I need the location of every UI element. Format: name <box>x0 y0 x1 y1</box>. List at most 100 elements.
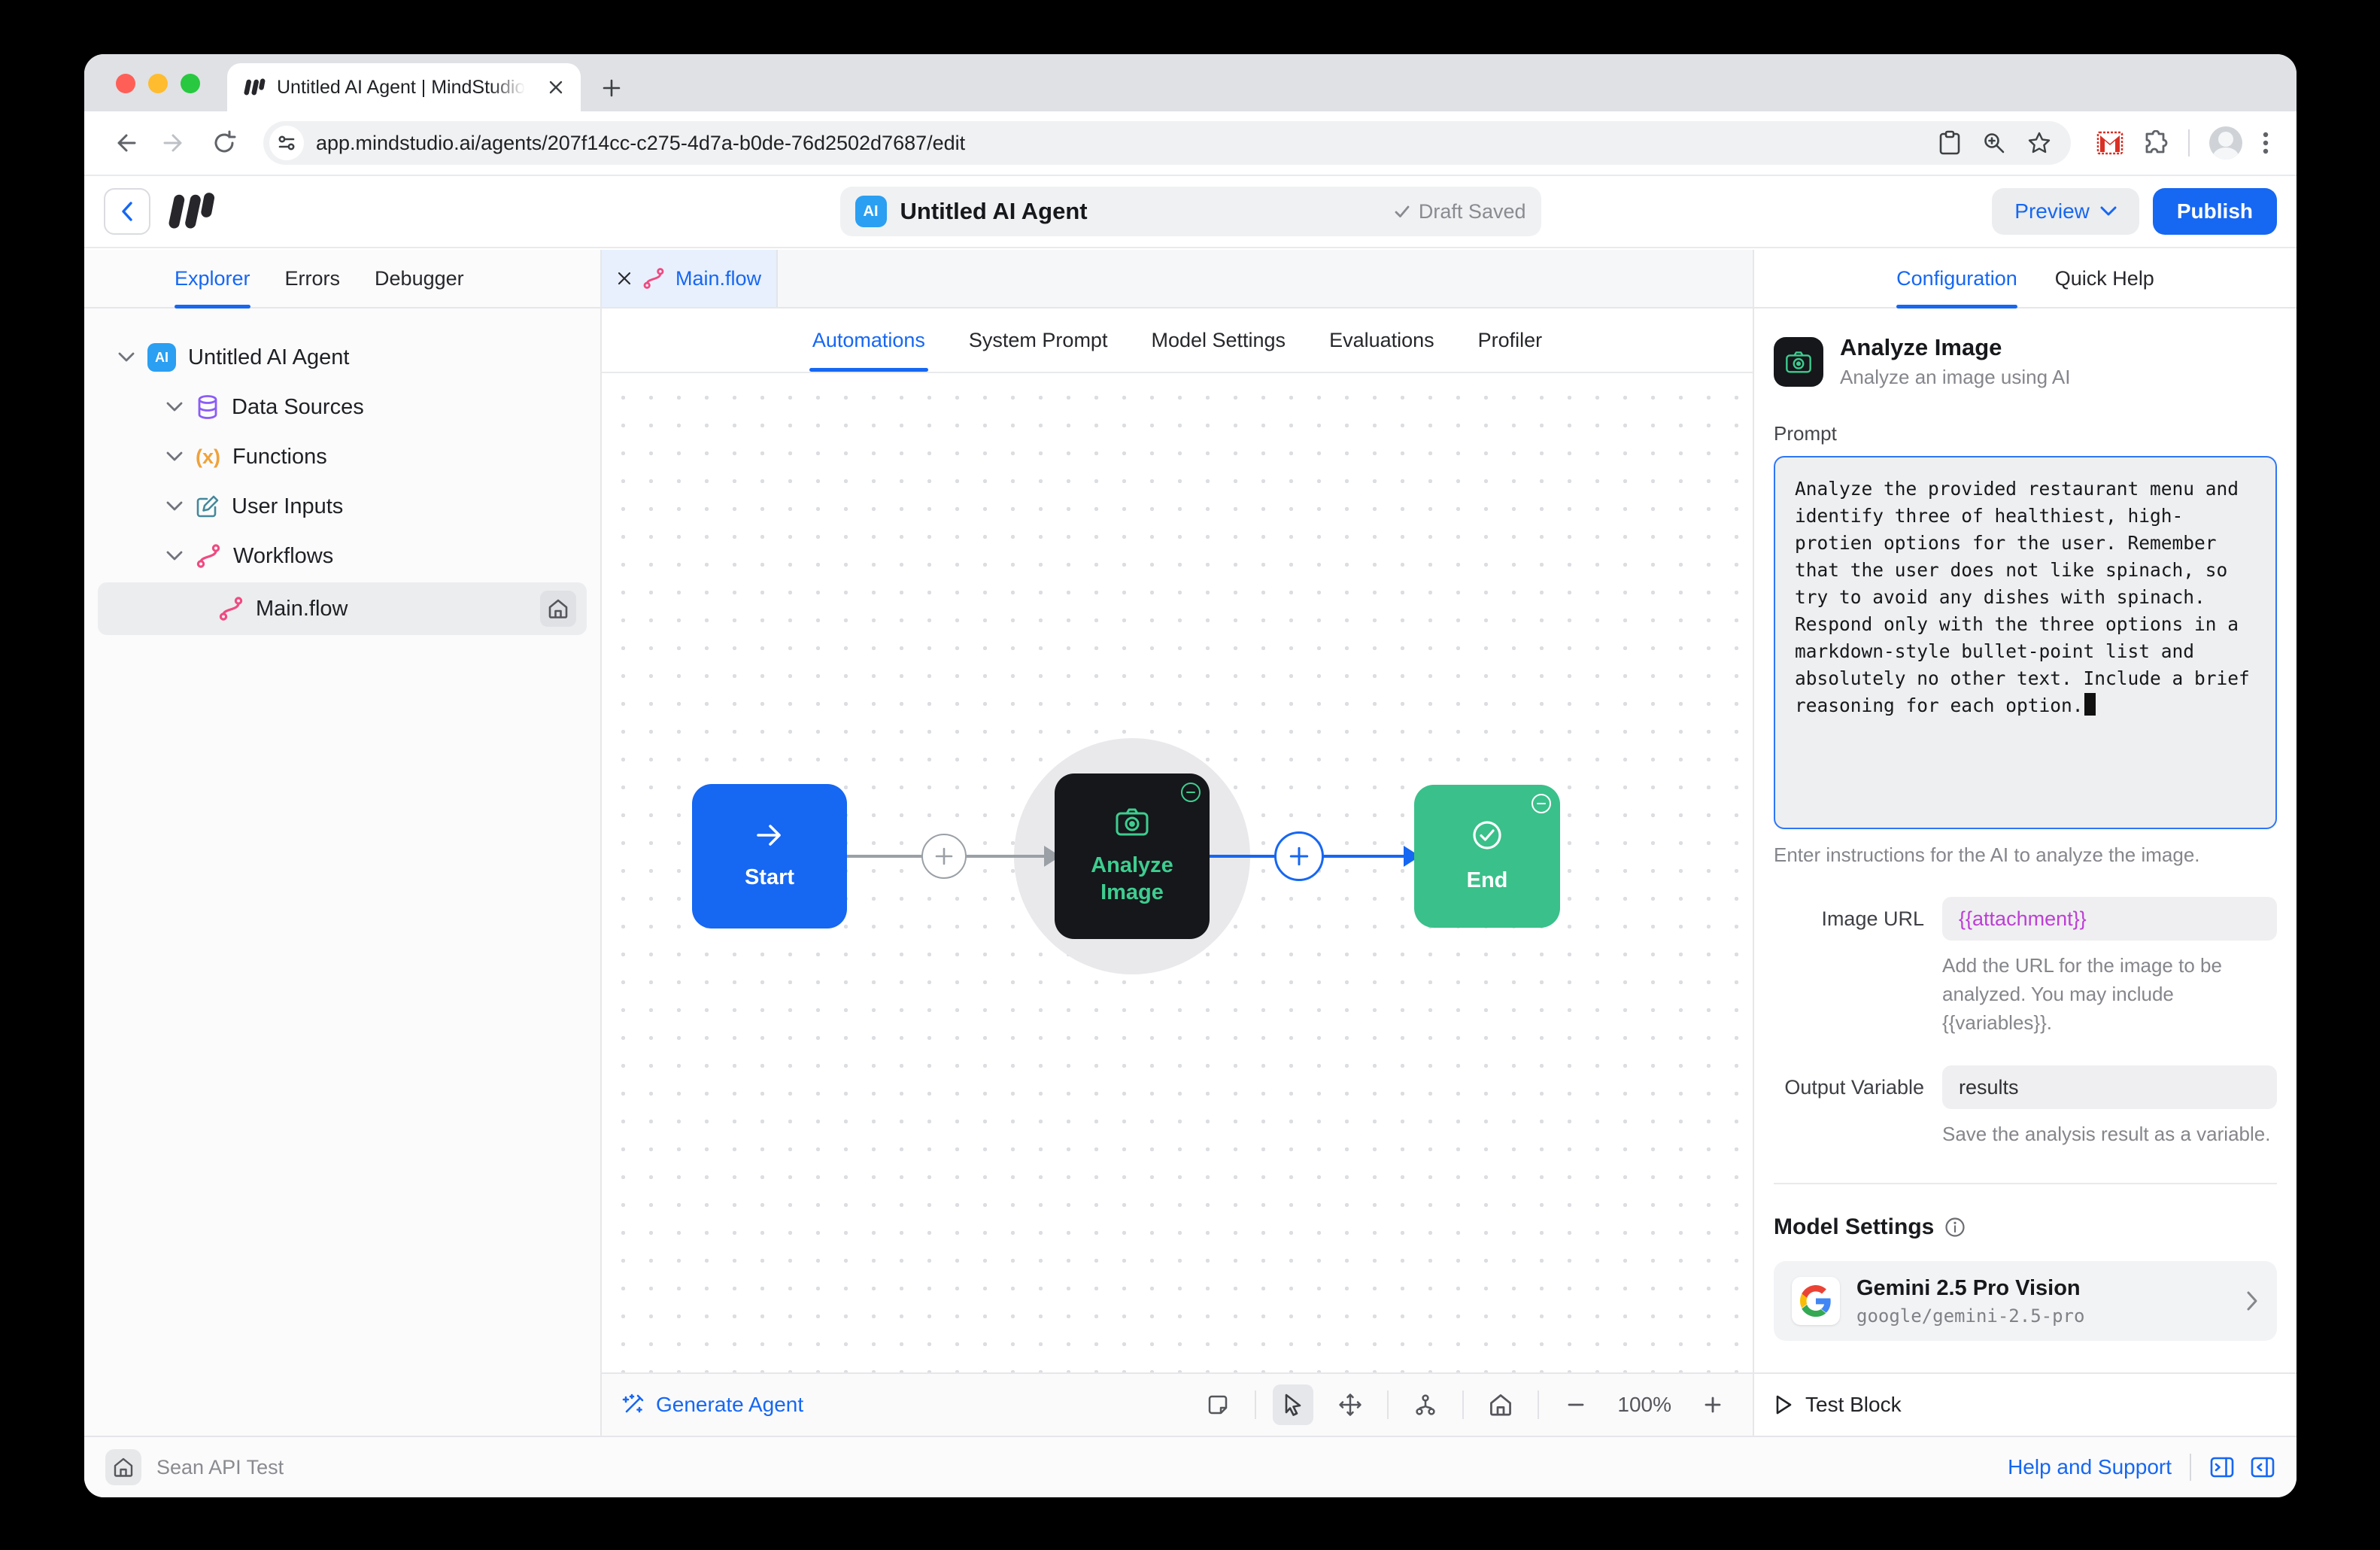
select-cursor-tool[interactable] <box>1273 1384 1313 1425</box>
auto-layout-tool[interactable] <box>1405 1384 1446 1425</box>
zoom-page-icon[interactable] <box>1982 131 2006 155</box>
address-bar[interactable]: app.mindstudio.ai/agents/207f14cc-c275-4… <box>263 121 2071 165</box>
node-analyze-image[interactable]: Analyze Image <box>1055 773 1210 939</box>
profile-avatar[interactable] <box>2209 126 2242 160</box>
workspace-name[interactable]: Sean API Test <box>156 1456 284 1479</box>
subtab-automations[interactable]: Automations <box>812 308 925 372</box>
tree-item-user-inputs[interactable]: User Inputs <box>84 482 600 531</box>
status-bar: Sean API Test Help and Support <box>84 1436 2297 1497</box>
zoom-out-icon[interactable] <box>1556 1384 1596 1425</box>
check-icon <box>1393 202 1411 220</box>
prompt-textarea[interactable]: Analyze the provided restaurant menu and… <box>1774 456 2277 829</box>
flow-tab-label: Main.flow <box>675 267 761 290</box>
tree-item-agent[interactable]: AI Untitled AI Agent <box>84 333 600 382</box>
tree-item-workflows[interactable]: Workflows <box>84 531 600 581</box>
configuration-content: Analyze Image Analyze an image using AI … <box>1754 308 2297 1372</box>
back-button[interactable] <box>104 122 146 164</box>
agent-title-bar[interactable]: AI Untitled AI Agent Draft Saved <box>840 187 1541 236</box>
subtab-profiler[interactable]: Profiler <box>1478 308 1543 372</box>
tree-item-functions[interactable]: (x) Functions <box>84 432 600 482</box>
node-end[interactable]: End <box>1414 785 1560 928</box>
site-settings-icon[interactable] <box>269 126 304 160</box>
open-panel-right-icon[interactable] <box>2209 1454 2235 1480</box>
chevron-down-icon[interactable] <box>117 351 135 363</box>
close-icon[interactable] <box>617 271 632 286</box>
flow-canvas[interactable]: Start Analyze Image End <box>602 373 1753 1372</box>
fullscreen-window-button[interactable] <box>181 74 200 93</box>
flow-tab-main[interactable]: Main.flow <box>602 250 778 307</box>
statusbar-separator <box>2190 1454 2191 1481</box>
add-block-button[interactable] <box>921 834 967 879</box>
database-icon <box>196 394 220 420</box>
open-panel-left-icon[interactable] <box>2250 1454 2275 1480</box>
analyze-image-block-icon <box>1774 337 1823 387</box>
info-icon[interactable] <box>1944 1217 1966 1238</box>
block-title: Analyze Image <box>1840 334 2070 361</box>
share-clipboard-icon[interactable] <box>1938 130 1961 156</box>
tab-title: Untitled AI Agent | MindStudio <box>277 77 525 99</box>
add-block-button[interactable] <box>1274 831 1324 881</box>
tree-item-main-flow[interactable]: Main.flow <box>98 582 587 635</box>
tree-item-data-sources[interactable]: Data Sources <box>84 382 600 432</box>
mindstudio-logo[interactable] <box>167 192 218 231</box>
subtab-model-settings[interactable]: Model Settings <box>1151 308 1286 372</box>
browser-menu-icon[interactable] <box>2262 130 2269 156</box>
chevron-down-icon[interactable] <box>165 500 184 512</box>
image-url-help: Add the URL for the image to be analyzed… <box>1942 951 2277 1037</box>
canvas-toolbar: Generate Agent <box>602 1372 1753 1436</box>
collapse-node-icon[interactable] <box>1532 794 1551 813</box>
section-divider <box>1774 1183 2277 1184</box>
chevron-down-icon[interactable] <box>165 550 184 562</box>
fit-view-home-tool[interactable] <box>1480 1384 1521 1425</box>
test-block-button[interactable]: Test Block <box>1754 1372 2297 1436</box>
tab-errors[interactable]: Errors <box>285 250 341 307</box>
browser-tab[interactable]: Untitled AI Agent | MindStudio <box>227 63 581 111</box>
zoom-in-icon[interactable] <box>1692 1384 1733 1425</box>
chevron-down-icon <box>2100 206 2117 217</box>
toolbar-separator <box>2188 129 2190 157</box>
image-url-label: Image URL <box>1774 907 1924 931</box>
preview-button[interactable]: Preview <box>1992 188 2139 235</box>
agent-avatar-badge: AI <box>855 196 887 227</box>
tab-quick-help[interactable]: Quick Help <box>2055 250 2154 307</box>
flow-canvas-column: Main.flow Automations System Prompt Mode… <box>602 250 1753 1436</box>
chevron-down-icon[interactable] <box>165 451 184 463</box>
model-selector[interactable]: Gemini 2.5 Pro Vision google/gemini-2.5-… <box>1774 1261 2277 1341</box>
reload-button[interactable] <box>203 122 245 164</box>
forward-button[interactable] <box>153 122 196 164</box>
chevron-down-icon[interactable] <box>165 401 184 413</box>
node-start[interactable]: Start <box>692 784 847 928</box>
model-id: google/gemini-2.5-pro <box>1856 1305 2084 1327</box>
tab-debugger[interactable]: Debugger <box>375 250 464 307</box>
tab-configuration[interactable]: Configuration <box>1896 250 2017 307</box>
generate-agent-button[interactable]: Generate Agent <box>621 1393 803 1417</box>
prompt-label: Prompt <box>1774 422 2277 445</box>
camera-icon <box>1115 807 1149 837</box>
help-and-support-link[interactable]: Help and Support <box>2008 1455 2172 1479</box>
bookmark-star-icon[interactable] <box>2027 131 2051 155</box>
app-back-button[interactable] <box>104 188 150 235</box>
extensions-puzzle-icon[interactable] <box>2143 130 2169 156</box>
gmail-extension-icon[interactable] <box>2096 129 2123 157</box>
publish-button[interactable]: Publish <box>2153 188 2277 235</box>
window-controls <box>116 74 200 93</box>
pan-move-tool[interactable] <box>1330 1384 1371 1425</box>
output-variable-input[interactable]: results <box>1942 1065 2277 1109</box>
subtab-system-prompt[interactable]: System Prompt <box>969 308 1108 372</box>
new-tab-button[interactable] <box>600 77 623 99</box>
tab-close-icon[interactable] <box>548 79 564 96</box>
image-url-input[interactable]: {{attachment}} <box>1942 897 2277 941</box>
workspace-home-icon[interactable] <box>105 1449 141 1485</box>
model-name: Gemini 2.5 Pro Vision <box>1856 1276 2084 1301</box>
home-flow-icon[interactable] <box>540 591 576 627</box>
arrow-right-icon <box>754 822 785 849</box>
subtab-evaluations[interactable]: Evaluations <box>1329 308 1434 372</box>
minimize-window-button[interactable] <box>148 74 168 93</box>
camera-icon <box>1785 350 1812 374</box>
tab-explorer[interactable]: Explorer <box>175 250 250 307</box>
sticky-note-tool[interactable] <box>1198 1384 1238 1425</box>
collapse-node-icon[interactable] <box>1181 783 1201 802</box>
magic-wand-icon <box>621 1393 645 1417</box>
model-settings-heading: Model Settings <box>1774 1214 2277 1240</box>
close-window-button[interactable] <box>116 74 135 93</box>
